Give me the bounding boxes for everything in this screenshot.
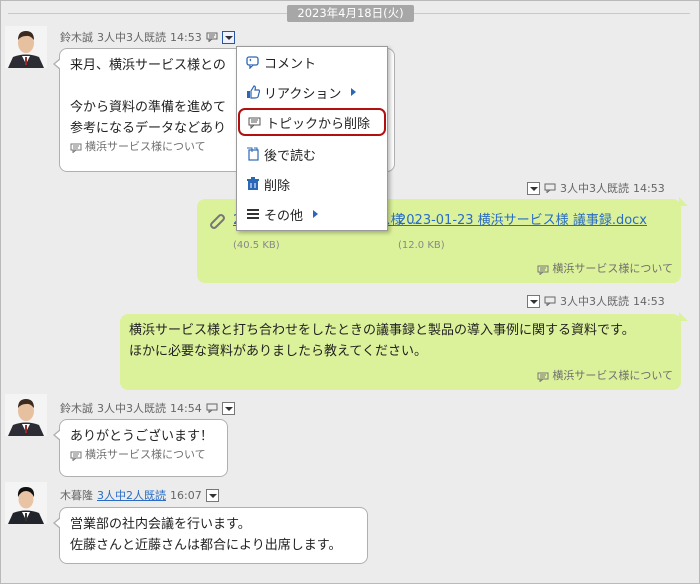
menu-item-remove-from-topic[interactable]: トピックから削除 [238,108,386,136]
topic-name: 横浜サービス様について [85,140,206,153]
read-count-link[interactable]: 3人中2人既読 [97,487,166,503]
message-meta: 木暮隆 3人中2人既読 16:07 [60,487,219,503]
message-meta: 鈴木誠 3人中3人既読 14:53 [60,29,235,45]
message-meta: 3人中3人既読 14:53 [527,293,665,309]
message-menu-button[interactable] [527,294,540,308]
topic-chat-icon [544,296,556,307]
comment-icon [246,55,260,70]
menu-label: コメント [264,56,317,72]
topic-chat-icon [544,183,556,194]
topic-label[interactable]: 横浜サービス様について [70,447,217,463]
message-line: 横浜サービス様と打ち合わせをしたときの議事録と製品の導入事例に関する資料です。 [129,323,635,338]
menu-item-reaction[interactable]: リアクション [238,78,386,106]
menu-label: リアクション [264,86,342,102]
menu-item-other[interactable]: その他 [238,200,386,228]
menu-item-read-later[interactable]: 後で読む [238,140,386,168]
attachment-link[interactable]: 2023-01-23 横浜サービス様 議事録.docx [398,213,647,228]
menu-label: 削除 [264,178,291,194]
paperclip-icon [206,210,228,239]
topic-icon [537,371,549,383]
topic-label[interactable]: 横浜サービス様について [537,368,673,384]
timestamp: 14:53 [633,294,665,308]
trash-icon [246,177,260,191]
menu-item-comment[interactable]: コメント [238,48,386,76]
menu-item-delete[interactable]: 削除 [238,170,386,198]
topic-label[interactable]: 横浜サービス様について [537,261,673,277]
menu-label: その他 [264,208,304,224]
avatar-kogure[interactable] [5,482,47,524]
submenu-arrow-icon [313,210,319,218]
message-menu-button[interactable] [221,401,235,415]
list-icon [246,207,260,221]
avatar-suzuki[interactable] [5,394,47,436]
message-bubble: 営業部の社内会議を行います。 佐藤さんと近藤さんは都合により出席します。 [53,507,368,564]
message-bubble-own: 横浜サービス様と打ち合わせをしたときの議事録と製品の導入事例に関する資料です。 … [120,312,688,390]
date-divider-right [414,13,690,14]
topic-chat-icon [206,32,218,43]
topic-name: 横浜サービス様について [552,369,673,382]
message-meta: 3人中3人既読 14:53 [527,180,665,196]
message-line: ありがとうございます！ [70,429,214,444]
message-line: 佐藤さんと近藤さんは都合により出席します。 [70,538,342,553]
avatar-suzuki[interactable] [5,26,47,68]
timestamp: 14:53 [170,30,202,44]
sender-name[interactable]: 木暮隆 [60,487,93,503]
topic-name: 横浜サービス様について [552,262,673,275]
message-menu-button[interactable] [527,181,540,195]
read-count[interactable]: 3人中3人既読 [97,400,166,416]
sender-name[interactable]: 鈴木誠 [60,29,93,45]
topic-remove-icon [248,115,262,130]
date-separator: 2023年4月18日(火) [287,5,414,22]
message-line: ほかに必要な資料がありましたら教えてください。 [129,344,427,359]
attachment-size: (12.0 KB) [398,240,445,251]
message-meta: 鈴木誠 3人中3人既読 14:54 [60,400,235,416]
topic-icon [70,450,82,462]
read-count[interactable]: 3人中3人既読 [97,29,166,45]
message-menu-button[interactable] [221,30,235,44]
message-menu-button[interactable] [205,488,219,502]
submenu-arrow-icon [351,88,357,96]
sender-name[interactable]: 鈴木誠 [60,400,93,416]
timestamp: 16:07 [170,488,202,502]
topic-icon [70,142,82,154]
topic-icon [537,264,549,276]
read-count[interactable]: 3人中3人既読 [560,293,629,309]
menu-label: 後で読む [264,148,317,164]
attachment-2[interactable]: 2023-01-23 横浜サービス様 議事録.docx (12.0 KB) [398,210,647,256]
thumbs-up-icon [246,85,261,99]
attachment-size: (40.5 KB) [233,240,280,251]
date-divider-left [8,13,287,14]
topic-chat-icon [206,403,218,414]
message-context-menu: コメント リアクション トピックから削除 後で読む 削除 その他 [236,46,388,231]
timestamp: 14:53 [633,181,665,195]
read-count[interactable]: 3人中3人既読 [560,180,629,196]
topic-name: 横浜サービス様について [85,448,206,461]
message-bubble: ありがとうございます！ 横浜サービス様について [53,419,228,477]
read-later-icon [246,147,260,161]
message-line: 営業部の社内会議を行います。 [70,517,251,532]
menu-label: トピックから削除 [266,116,371,132]
timestamp: 14:54 [170,401,202,415]
